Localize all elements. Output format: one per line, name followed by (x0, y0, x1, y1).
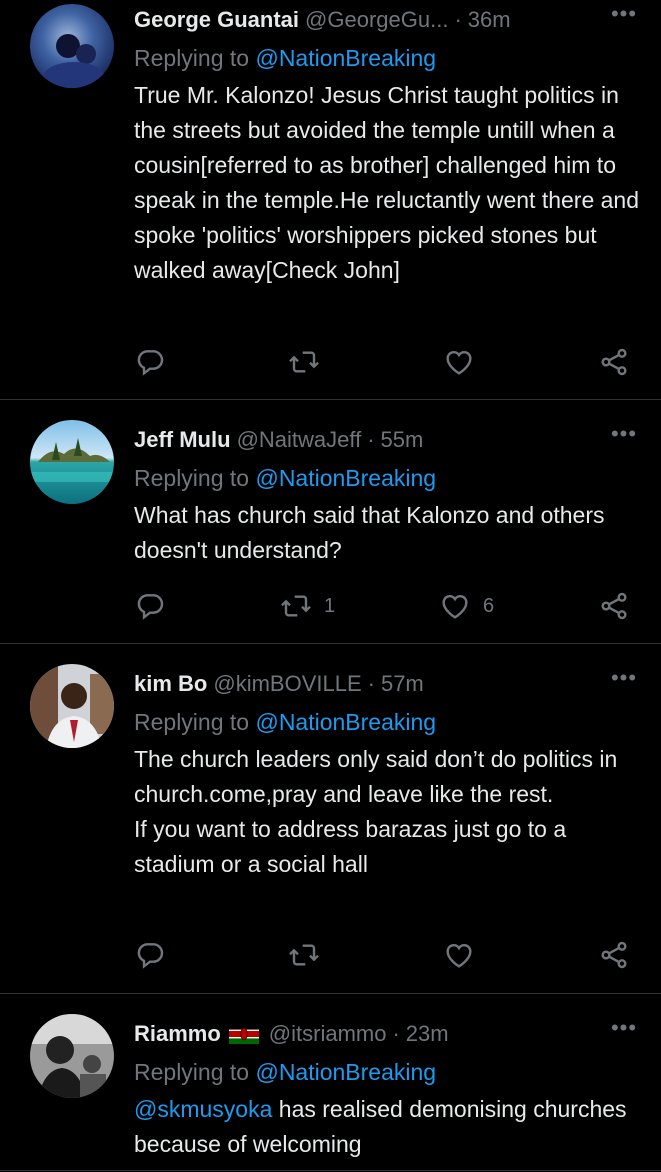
more-icon[interactable]: ••• (609, 3, 639, 34)
tweet-header: kim Bo @kimBOVILLE · 57m (134, 664, 639, 704)
share-icon (598, 590, 630, 622)
tweet-text: What has church said that Kalonzo and ot… (134, 502, 605, 563)
more-icon[interactable]: ••• (609, 423, 639, 454)
reply-prefix: Replying to (134, 45, 250, 71)
tweet-header: Jeff Mulu @NaitwaJeff · 55m (134, 420, 639, 460)
timestamp[interactable]: 36m (468, 7, 511, 33)
author-handle[interactable]: @GeorgeGu... (305, 7, 448, 33)
tweet-text: The church leaders only said don’t do po… (134, 742, 639, 882)
replying-to: Replying to @NationBreaking (134, 1054, 639, 1090)
share-icon (598, 939, 630, 971)
like-count: 6 (483, 594, 495, 617)
retweet-icon (280, 590, 312, 622)
retweet-button[interactable] (288, 935, 320, 975)
tweet-text: True Mr. Kalonzo! Jesus Christ taught po… (134, 82, 640, 283)
heart-icon (443, 939, 475, 971)
timestamp[interactable]: 55m (381, 427, 424, 453)
share-button[interactable] (598, 586, 630, 626)
like-button[interactable] (443, 935, 475, 975)
retweet-icon (288, 346, 320, 378)
share-button[interactable] (598, 342, 630, 382)
heart-icon (439, 590, 471, 622)
avatar[interactable] (30, 1014, 114, 1098)
author-name[interactable]: Jeff Mulu (134, 427, 231, 453)
author-name[interactable]: Riammo (134, 1021, 221, 1047)
heart-icon (443, 346, 475, 378)
separator-dot: · (367, 671, 375, 696)
reply-button[interactable] (134, 586, 166, 626)
like-button[interactable]: 6 (439, 586, 494, 626)
replying-to: Replying to @NationBreaking (134, 460, 639, 496)
reply-prefix: Replying to (134, 1059, 250, 1085)
reply-icon (134, 346, 166, 378)
more-icon[interactable]: ••• (609, 667, 639, 698)
tweet[interactable]: kim Bo @kimBOVILLE · 57m ••• Replying to… (0, 644, 661, 994)
reply-mention-link[interactable]: @NationBreaking (255, 709, 436, 735)
reply-prefix: Replying to (134, 709, 250, 735)
author-handle[interactable]: @NaitwaJeff (237, 427, 362, 453)
separator-dot: · (392, 1021, 400, 1046)
like-button[interactable] (443, 342, 475, 382)
author-name[interactable]: George Guantai (134, 7, 299, 33)
replying-to: Replying to @NationBreaking (134, 704, 639, 740)
retweet-button[interactable] (288, 342, 320, 382)
tweet-header: George Guantai @GeorgeGu... · 36m (134, 0, 639, 40)
retweet-count: 1 (324, 594, 336, 617)
author-handle[interactable]: @kimBOVILLE (213, 671, 361, 697)
tweet-text: @skmusyoka has realised demonising churc… (134, 1092, 639, 1162)
retweet-icon (288, 939, 320, 971)
separator-dot: · (454, 7, 462, 32)
tweet[interactable]: George Guantai @GeorgeGu... · 36m ••• Re… (0, 0, 661, 400)
retweet-button[interactable]: 1 (280, 586, 335, 626)
reply-button[interactable] (134, 935, 166, 975)
reply-button[interactable] (134, 342, 166, 382)
reply-mention-link[interactable]: @NationBreaking (255, 465, 436, 491)
timestamp[interactable]: 23m (406, 1021, 449, 1047)
tweet-text-line: The church leaders only said don’t do po… (134, 746, 618, 807)
author-name[interactable]: kim Bo (134, 671, 207, 697)
replying-to: Replying to @NationBreaking (134, 40, 639, 76)
kenya-flag-icon (228, 1024, 259, 1044)
action-bar: 1 6 (0, 586, 661, 626)
separator-dot: · (367, 427, 375, 452)
more-icon[interactable]: ••• (609, 1017, 639, 1048)
tweet[interactable]: Riammo @itsriammo · 23m ••• Replying to … (0, 994, 661, 1171)
reply-mention-link[interactable]: @NationBreaking (255, 45, 436, 71)
action-bar (0, 935, 661, 975)
reply-mention-link[interactable]: @NationBreaking (255, 1059, 436, 1085)
reply-icon (134, 590, 166, 622)
avatar[interactable] (30, 664, 114, 748)
tweet[interactable]: Jeff Mulu @NaitwaJeff · 55m ••• Replying… (0, 400, 661, 644)
author-handle[interactable]: @itsriammo (269, 1021, 387, 1047)
share-button[interactable] (598, 935, 630, 975)
tweet-header: Riammo @itsriammo · 23m (134, 1014, 639, 1054)
tweet-text-line: If you want to address barazas just go t… (134, 816, 567, 877)
timestamp[interactable]: 57m (381, 671, 424, 697)
reply-icon (134, 939, 166, 971)
avatar[interactable] (30, 420, 114, 504)
action-bar (0, 342, 661, 382)
text-mention-link[interactable]: @skmusyoka (134, 1096, 272, 1122)
reply-prefix: Replying to (134, 465, 250, 491)
avatar[interactable] (30, 4, 114, 88)
share-icon (598, 346, 630, 378)
